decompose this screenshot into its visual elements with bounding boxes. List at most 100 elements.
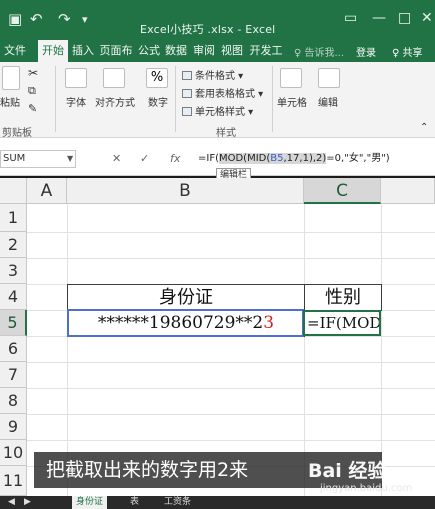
row-header-1[interactable]: 1 (0, 204, 27, 232)
formula-part: =0,"女","男") (326, 153, 390, 164)
column-header-c[interactable]: C (304, 178, 381, 204)
customize-qat-icon[interactable]: ▾ (82, 13, 88, 26)
font-button[interactable]: 字体 (66, 94, 86, 109)
formula-reference-highlight (67, 309, 304, 337)
percent-icon[interactable]: % (146, 68, 168, 88)
ribbon-display-icon[interactable]: ▭ (344, 10, 357, 26)
row-header-9[interactable]: 9 (0, 414, 27, 440)
alignment-icon[interactable] (103, 68, 125, 88)
number-button[interactable]: 数字 (148, 94, 168, 109)
name-box-value: SUM (3, 153, 26, 164)
tab-developer[interactable]: 开发工 (247, 40, 285, 62)
row-header-10[interactable]: 10 (0, 440, 27, 466)
formula-highlight: ,17,1),2) (283, 153, 327, 164)
clipboard-group-label: 剪贴板 (2, 128, 32, 139)
tab-view[interactable]: 视图 (219, 40, 245, 62)
save-icon[interactable]: ▣ (8, 10, 22, 28)
editing-button[interactable]: 编辑 (318, 94, 338, 109)
cancel-icon[interactable]: ✕ (112, 152, 121, 165)
column-header-a[interactable]: A (27, 178, 67, 204)
cut-icon[interactable]: ✂ (28, 66, 38, 80)
cell-style-button[interactable]: 单元格样式 ▾ (182, 103, 253, 118)
paste-button[interactable]: 粘贴 (0, 94, 20, 109)
gridline (27, 258, 435, 259)
cell-style-icon (182, 107, 192, 116)
gridline (27, 388, 435, 389)
gridline (27, 232, 435, 233)
watermark-url: jingyan.baidu.com (320, 483, 413, 494)
title-bar: ▣ ↶ ↷ ▾ Excel小技巧 .xlsx - Excel ▭ — □ ✕ (0, 0, 435, 40)
conditional-format-icon (182, 71, 192, 80)
row-header-6[interactable]: 6 (0, 336, 27, 362)
tell-me-search[interactable]: ♀ 告诉我... (294, 44, 344, 59)
sheet-tab-table[interactable]: 表 (126, 496, 143, 509)
separator (272, 66, 273, 132)
active-cell-c5[interactable]: =IF(MOD (303, 310, 381, 336)
row-header-3[interactable]: 3 (0, 258, 27, 284)
collapse-ribbon-icon[interactable]: ⌃ (420, 122, 428, 133)
login-link[interactable]: 登录 (356, 44, 376, 59)
tab-home[interactable]: 开始 (38, 40, 68, 62)
cell-style-label: 单元格样式 (195, 107, 245, 118)
sheet-tab-idcard[interactable]: 身份证 (72, 496, 108, 509)
window-title: Excel小技巧 .xlsx - Excel (140, 23, 276, 36)
insert-function-button[interactable]: fx (170, 152, 180, 165)
maximize-icon[interactable]: □ (398, 10, 411, 26)
gridline (27, 414, 435, 415)
ribbon-home: 粘贴 ✂ ⧉ ✎ 剪贴板 字体 对齐方式 % 数字 条件格式 ▾ 套用表格格式 … (0, 62, 435, 139)
select-all-corner[interactable] (0, 178, 27, 204)
excel-window: ▣ ↶ ↷ ▾ Excel小技巧 .xlsx - Excel ▭ — □ ✕ 文… (0, 0, 435, 509)
cell-c4-header[interactable]: 性别 (304, 284, 382, 311)
close-icon[interactable]: ✕ (421, 10, 433, 26)
format-as-table-button[interactable]: 套用表格格式 ▾ (182, 85, 263, 100)
font-icon[interactable] (65, 68, 87, 88)
formula-part: =IF( (198, 153, 219, 164)
tab-data[interactable]: 数据 (163, 40, 189, 62)
sheet-nav-prev-icon[interactable]: ◀ (4, 496, 19, 509)
row-header-2[interactable]: 2 (0, 232, 27, 258)
gridline (27, 362, 435, 363)
chevron-down-icon[interactable]: ▼ (67, 151, 73, 167)
column-header-d[interactable] (381, 178, 435, 204)
editing-icon[interactable] (318, 68, 340, 88)
table-format-label: 套用表格格式 (195, 89, 255, 100)
copy-icon[interactable]: ⧉ (28, 84, 36, 98)
sheet-tab-bar: ◀ ▶ 身份证 表 工资条 (0, 496, 435, 509)
cell-b4-header[interactable]: 身份证 (67, 284, 305, 311)
name-box[interactable]: SUM ▼ (0, 150, 76, 168)
column-header-b[interactable]: B (67, 178, 304, 204)
formula-reference: B5 (270, 153, 284, 164)
cells-button[interactable]: 单元格 (277, 94, 307, 109)
conditional-format-label: 条件格式 (195, 71, 235, 82)
separator (55, 66, 56, 132)
styles-group-label: 样式 (216, 128, 236, 139)
table-format-icon (182, 89, 192, 98)
row-header-4[interactable]: 4 (0, 284, 27, 310)
undo-icon[interactable]: ↶ (30, 10, 43, 28)
row-header-11[interactable]: 11 (0, 466, 27, 496)
tab-page-layout[interactable]: 页面布 (97, 40, 135, 62)
redo-icon[interactable]: ↷ (58, 10, 71, 28)
sheet-tab-payslip[interactable]: 工资条 (160, 496, 195, 509)
tab-insert[interactable]: 插入 (70, 40, 96, 62)
tab-formulas[interactable]: 公式 (136, 40, 162, 62)
formula-input[interactable]: =IF(MOD(MID(B5,17,1),2)=0,"女","男") (198, 150, 390, 168)
separator (175, 66, 176, 132)
gridline (27, 440, 435, 441)
cells-icon[interactable] (280, 68, 302, 88)
alignment-button[interactable]: 对齐方式 (95, 94, 135, 109)
share-button[interactable]: ♀ 共享 (392, 44, 423, 59)
row-header-7[interactable]: 7 (0, 362, 27, 388)
tab-review[interactable]: 审阅 (191, 40, 217, 62)
minimize-icon[interactable]: — (372, 10, 386, 26)
conditional-format-button[interactable]: 条件格式 ▾ (182, 67, 243, 82)
row-header-8[interactable]: 8 (0, 388, 27, 414)
baidu-jingyan-watermark: Bai 经验 (308, 460, 387, 482)
format-painter-icon[interactable]: ✎ (28, 102, 37, 115)
tab-file[interactable]: 文件 (0, 40, 30, 62)
sheet-nav-next-icon[interactable]: ▶ (20, 496, 35, 509)
paste-icon[interactable] (2, 66, 20, 90)
formula-highlight: MOD(MID( (218, 153, 271, 164)
enter-icon[interactable]: ✓ (140, 152, 149, 165)
row-header-5[interactable]: 5 (0, 310, 27, 336)
